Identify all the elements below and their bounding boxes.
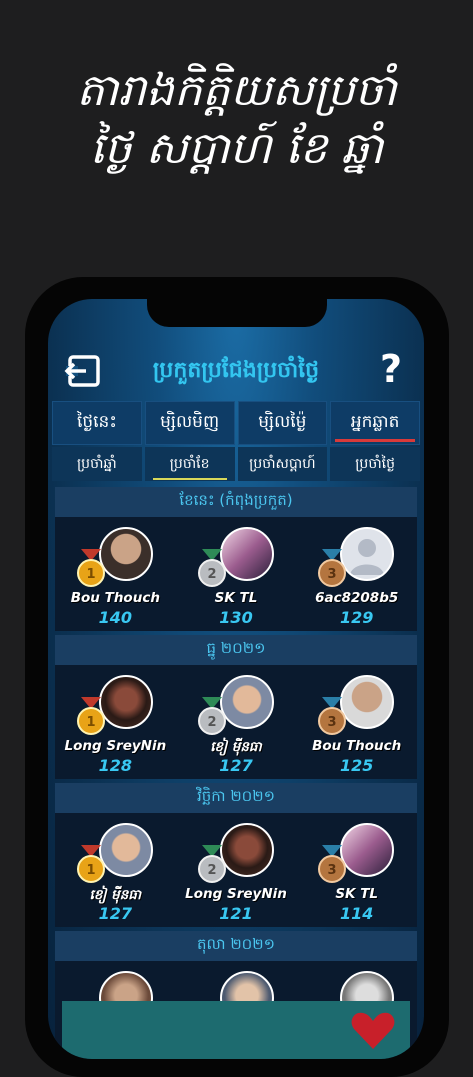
help-button[interactable]: ? bbox=[380, 347, 402, 391]
player-score: 140 bbox=[98, 608, 133, 627]
section-title: ខែនេះ (កំពុងប្រកួត) bbox=[55, 487, 417, 517]
player-name: SK TL bbox=[335, 886, 379, 902]
default-avatar-icon bbox=[340, 527, 395, 581]
player-card[interactable]: 3 6ac8208b5 129 bbox=[296, 517, 417, 631]
tab-yesterday[interactable]: ម្សិលមិញ bbox=[144, 401, 235, 445]
player-name: Bou Thouch bbox=[312, 738, 402, 754]
player-card[interactable]: 2 Long SreyNin 121 bbox=[176, 813, 297, 927]
avatar bbox=[340, 675, 395, 729]
player-name: Long SreyNin bbox=[185, 886, 287, 902]
svg-text:3: 3 bbox=[328, 715, 337, 730]
svg-text:3: 3 bbox=[328, 567, 337, 582]
podium-row: 1 Long SreyNin 128 2 ខៀ ម៉ីនធា 127 3 Bou… bbox=[55, 665, 417, 779]
avatar bbox=[219, 823, 274, 877]
gold-medal-icon: 1 bbox=[77, 845, 105, 883]
player-card[interactable]: 1 Long SreyNin 128 bbox=[55, 665, 176, 779]
tab-day-before[interactable]: ម្សិលម្ង៉ៃ bbox=[237, 401, 328, 445]
avatar bbox=[99, 675, 153, 729]
svg-text:1: 1 bbox=[86, 863, 95, 878]
player-name: Long SreyNin bbox=[64, 738, 167, 754]
avatar bbox=[219, 675, 274, 729]
subtab-monthly[interactable]: ប្រចាំខែ bbox=[144, 447, 235, 481]
section-title: វិច្ឆិកា ២០២១ bbox=[55, 783, 417, 813]
player-card[interactable]: 3 Bou Thouch 125 bbox=[296, 665, 417, 779]
silver-medal-icon: 2 bbox=[197, 549, 226, 587]
period-tabs: ថ្ងៃនេះ ម្សិលមិញ ម្សិលម្ង៉ៃ អ្នកឆ្លាត bbox=[52, 401, 420, 445]
avatar bbox=[340, 823, 395, 877]
range-subtabs: ប្រចាំឆ្នាំ ប្រចាំខែ ប្រចាំសប្ដាហ៍ ប្រចា… bbox=[52, 447, 420, 481]
promo-line-2: ថ្ងៃ សប្ដាហ៍ ខែ ឆ្នាំ bbox=[89, 123, 384, 174]
player-score: 130 bbox=[219, 608, 253, 627]
player-name: SK TL bbox=[214, 590, 258, 606]
player-score: 125 bbox=[339, 756, 374, 775]
podium-row: 1 ខៀ ម៉ីនធា 127 2 Long SreyNin 121 3 SK … bbox=[55, 813, 417, 927]
player-card[interactable]: 2 ខៀ ម៉ីនធា 127 bbox=[176, 665, 297, 779]
phone-notch bbox=[147, 299, 327, 327]
svg-text:2: 2 bbox=[207, 863, 216, 878]
player-card[interactable]: 1 Bou Thouch 140 bbox=[55, 517, 176, 631]
player-card[interactable]: 2 SK TL 130 bbox=[176, 517, 297, 631]
svg-text:2: 2 bbox=[207, 567, 216, 582]
leaderboard-list: ខែនេះ (កំពុងប្រកួត) 1 Bou Thouch 140 2 S… bbox=[55, 487, 417, 1059]
gold-medal-icon: 1 bbox=[77, 549, 105, 587]
silver-medal-icon: 2 bbox=[197, 845, 226, 883]
player-score: 129 bbox=[339, 608, 374, 627]
svg-text:1: 1 bbox=[86, 715, 95, 730]
player-score: 127 bbox=[219, 756, 253, 775]
bronze-medal-icon: 3 bbox=[318, 549, 347, 587]
exit-icon[interactable] bbox=[64, 351, 104, 391]
bronze-medal-icon: 3 bbox=[318, 697, 347, 735]
player-name: 6ac8208b5 bbox=[315, 590, 399, 606]
player-score: 127 bbox=[98, 904, 133, 923]
avatar bbox=[99, 527, 153, 581]
promo-line-1: តារាងកិត្តិយសប្រចាំ bbox=[76, 65, 397, 116]
subtab-yearly[interactable]: ប្រចាំឆ្នាំ bbox=[52, 447, 142, 481]
bottom-bar bbox=[62, 1001, 410, 1059]
player-name: ខៀ ម៉ីនធា bbox=[210, 739, 262, 755]
player-score: 114 bbox=[339, 904, 374, 923]
promo-caption: តារាងកិត្តិយសប្រចាំ ថ្ងៃ សប្ដាហ៍ ខែ ឆ្នា… bbox=[0, 62, 473, 178]
player-card[interactable]: 1 ខៀ ម៉ីនធា 127 bbox=[55, 813, 176, 927]
player-name: Bou Thouch bbox=[70, 590, 160, 606]
bronze-medal-icon: 3 bbox=[318, 845, 347, 883]
section-title: ធ្នូ ២០២១ bbox=[55, 635, 417, 665]
player-card[interactable]: 3 SK TL 114 bbox=[296, 813, 417, 927]
tab-today[interactable]: ថ្ងៃនេះ bbox=[52, 401, 142, 445]
tab-smart-players[interactable]: អ្នកឆ្លាត bbox=[330, 401, 420, 445]
avatar bbox=[99, 823, 153, 877]
avatar bbox=[219, 527, 274, 581]
svg-text:2: 2 bbox=[207, 715, 216, 730]
top-bar: ប្រកួតប្រជែងប្រចាំថ្ងៃ ? bbox=[48, 343, 424, 399]
page-title: ប្រកួតប្រជែងប្រចាំថ្ងៃ bbox=[152, 358, 320, 383]
player-name: ខៀ ម៉ីនធា bbox=[89, 887, 142, 903]
subtab-weekly[interactable]: ប្រចាំសប្ដាហ៍ bbox=[237, 447, 328, 481]
gold-medal-icon: 1 bbox=[77, 697, 105, 735]
section-title: តុលា ២០២១ bbox=[55, 931, 417, 961]
heart-icon[interactable] bbox=[350, 1011, 396, 1051]
svg-text:1: 1 bbox=[86, 567, 95, 582]
app-screen: ប្រកួតប្រជែងប្រចាំថ្ងៃ ? ថ្ងៃនេះ ម្សិលមិ… bbox=[48, 299, 424, 1059]
svg-text:3: 3 bbox=[328, 863, 337, 878]
player-score: 121 bbox=[219, 904, 253, 923]
silver-medal-icon: 2 bbox=[197, 697, 226, 735]
player-score: 128 bbox=[98, 756, 133, 775]
subtab-daily[interactable]: ប្រចាំថ្ងៃ bbox=[330, 447, 420, 481]
podium-row: 1 Bou Thouch 140 2 SK TL 130 3 6ac8208b5… bbox=[55, 517, 417, 631]
